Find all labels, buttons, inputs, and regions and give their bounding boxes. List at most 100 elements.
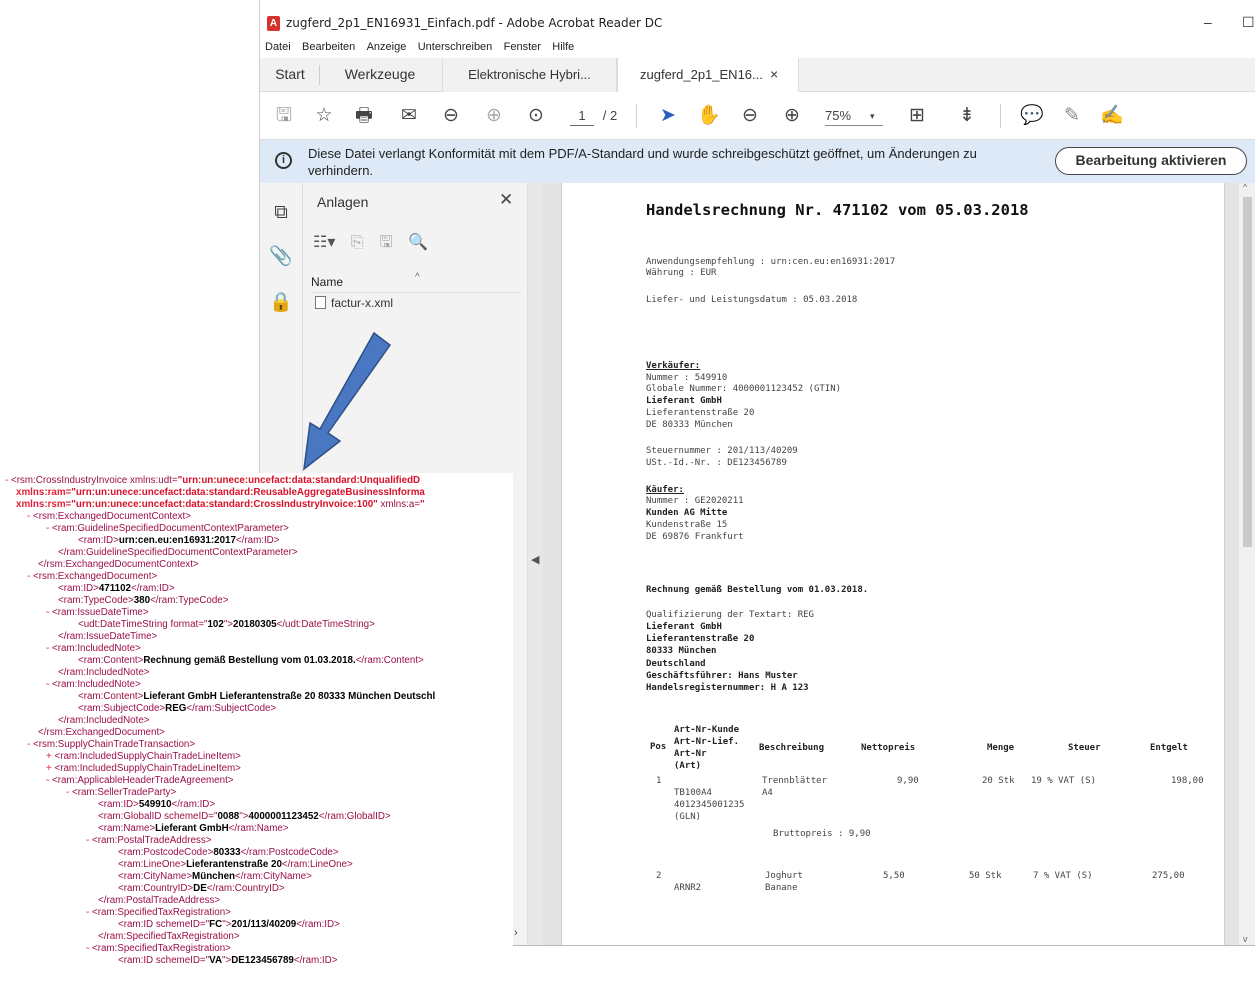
zoom-in-icon[interactable]: ⊕ [780,104,804,128]
xml-line[interactable]: + <ram:IncludedSupplyChainTradeLineItem> [46,763,241,775]
table-cell: Trennblätter [762,776,828,786]
table-header: Entgelt [1150,743,1188,753]
xml-line: <ram:CountryID>DE</ram:CountryID> [118,883,285,895]
doc-line: 80333 München [646,646,717,656]
expand-arrow-icon[interactable]: › [514,927,518,939]
attachment-item[interactable]: factur-x.xml [315,296,393,310]
table-cell: (GLN) [674,812,702,822]
table-cell: 275,00 [1152,871,1185,881]
table-header: (Art) [674,761,702,771]
fill-sign-icon[interactable]: ✍ [1100,104,1124,128]
select-cursor-icon[interactable]: ➤ [656,104,680,128]
tab-document[interactable]: zugferd_2p1_EN16... × [617,58,799,92]
table-header: Menge [987,743,1015,753]
xml-token: "urn:un:unece:uncefact:data:standard:Unq… [177,475,421,486]
close-tab-icon[interactable]: × [770,58,778,91]
document-lock-icon[interactable]: 🔒 [269,291,293,315]
page-up-icon[interactable]: ⊕ [482,104,506,128]
zoom-dropdown[interactable]: 75% ▾ [825,106,883,126]
table-cell: ARNR2 [674,883,702,893]
collapse-arrow-icon[interactable]: ◀ [531,553,539,566]
menu-datei[interactable]: Datei [265,38,291,56]
xml-line: <ram:ID schemeID="VA">DE123456789</ram:I… [118,955,337,967]
close-panel-icon[interactable]: ✕ [499,190,513,210]
scroll-mode-icon[interactable]: ⇟ [955,104,979,128]
xml-line: - <ram:SpecifiedTaxRegistration> [86,943,231,955]
maximize-icon[interactable]: ☐ [1242,14,1255,31]
menu-anzeige[interactable]: Anzeige [367,38,407,56]
panel-splitter[interactable]: ◀ [528,183,543,945]
xml-token: 20180305 [233,619,277,630]
xml-token: <ram:SpecifiedTaxRegistration> [92,907,231,918]
menu-bearbeiten[interactable]: Bearbeiten [302,38,355,56]
enable-editing-button[interactable]: Bearbeitung aktivieren [1055,147,1247,175]
xml-line: xmlns:ram="urn:un:unece:uncefact:data:st… [16,487,425,499]
xml-token: Lieferant GmbH [155,823,229,834]
highlight-pen-icon[interactable]: ✎ [1060,104,1084,128]
xml-line: - <ram:IncludedNote> [46,679,141,691]
table-header: Art-Nr-Kunde [674,725,740,735]
xml-token: <rsm:ExchangedDocumentContext> [33,511,191,522]
tab-tools[interactable]: Werkzeuge [320,58,440,92]
xml-token: - [46,775,50,786]
xml-token: 471102 [98,583,131,594]
print-icon[interactable]: 🖶 [352,104,376,128]
xml-line: <ram:PostcodeCode>80333</ram:PostcodeCod… [118,847,339,859]
save-attachment-icon[interactable]: 🖫 [379,231,393,258]
page-number-input[interactable]: 1 [570,106,594,126]
tab-hybrid[interactable]: Elektronische Hybri... [442,58,617,92]
xml-token: </ram:CityName> [235,871,312,882]
save-icon[interactable]: 🖫 [272,104,296,128]
pages-thumbnail-icon[interactable]: ⧉ [269,201,293,225]
doc-line: Qualifizierung der Textart: REG [646,610,814,620]
email-icon[interactable]: ✉ [397,104,421,128]
attachments-paperclip-icon[interactable]: 📎 [269,245,293,269]
comment-icon[interactable]: 💬 [1020,104,1044,128]
xml-token: </ram:IncludedNote> [58,667,150,678]
xml-line[interactable]: + <ram:IncludedSupplyChainTradeLineItem> [46,751,241,763]
menu-fenster[interactable]: Fenster [504,38,541,56]
minimize-icon[interactable]: – [1204,14,1212,30]
vertical-scrollbar[interactable]: ^ v [1239,182,1255,945]
xml-token: - [46,679,50,690]
table-cell: 5,50 [883,871,905,881]
pdfa-info-bar: i Diese Datei verlangt Konformität mit d… [260,140,1255,183]
xml-token: - [5,475,9,486]
zoom-out-icon[interactable]: ⊖ [738,104,762,128]
doc-line: Deutschland [646,659,706,669]
xml-line: <ram:ID>471102</ram:ID> [58,583,175,595]
hand-tool-icon[interactable]: ✋ [697,104,721,128]
xml-token: <rsm:SupplyChainTradeTransaction> [33,739,196,750]
scroll-up-icon[interactable]: ^ [1243,182,1247,192]
xml-token: <ram:ID> [78,535,119,546]
fit-page-icon[interactable]: ⊞ [903,104,931,128]
xml-line: - <rsm:CrossIndustryInvoice xmlns:udt="u… [5,475,420,487]
xml-token: xmlns:ram= [16,487,72,498]
scrollbar-thumb[interactable] [1243,197,1252,547]
xml-token: <ram:SellerTradeParty> [72,787,177,798]
doc-line: DE 80333 München [646,420,733,430]
xml-line: <ram:TypeCode>380</ram:TypeCode> [58,595,228,607]
sort-ascending-icon: ^ [415,272,420,283]
xml-token: 4000001123452 [248,811,319,822]
zoom-search-icon[interactable]: ⊖ [439,104,463,128]
tab-start-label: Start [275,66,305,82]
xml-token: <ram:Content> [78,691,144,702]
search-attachment-icon[interactable]: 🔍 [408,232,428,252]
menu-hilfe[interactable]: Hilfe [552,38,574,56]
xml-token: xmlns:a= [377,499,421,510]
name-column-header[interactable]: Name ^ [311,271,521,293]
page-down-icon[interactable]: ⊙ [524,104,548,128]
xml-token: 549910 [138,799,172,810]
doc-line: Liefer- und Leistungsdatum : 05.03.2018 [646,295,858,305]
bookmark-star-icon[interactable]: ☆ [312,104,336,128]
options-menu-icon[interactable]: ☷▾ [313,232,335,252]
scroll-down-icon[interactable]: v [1243,934,1248,944]
tab-start[interactable]: Start [260,58,320,92]
window-title: zugferd_2p1_EN16931_Einfach.pdf - Adobe … [286,16,663,30]
zoom-value: 75% [825,108,852,123]
menu-unterschreiben[interactable]: Unterschreiben [418,38,493,56]
table-cell: 2 [656,871,662,881]
xml-token: Lieferant GmbH Lieferantenstraße 20 8033… [143,691,436,702]
open-attachment-icon[interactable]: ⎘ [351,234,364,252]
